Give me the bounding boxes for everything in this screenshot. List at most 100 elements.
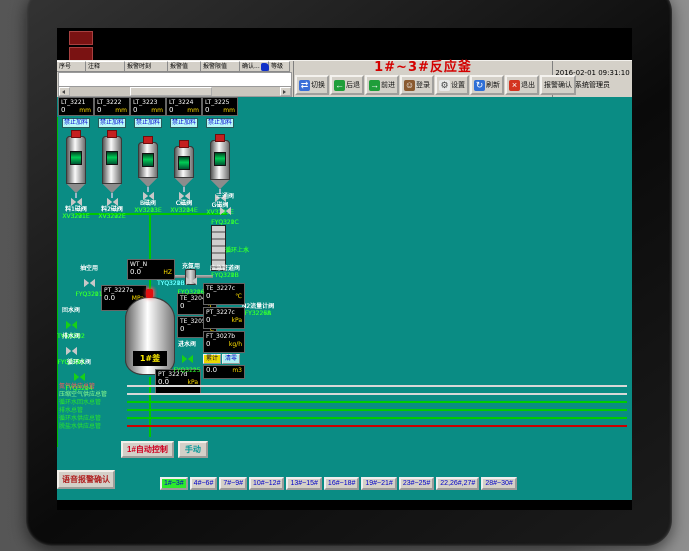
value-readout: 0 (61, 106, 65, 114)
supply-main-label: 脱盐水供应总管 (59, 423, 125, 430)
kettle-group-button[interactable]: 13#~15# (286, 477, 321, 490)
tank-top-valve-icon (71, 130, 81, 138)
tag-label: LT_3221 (59, 98, 93, 106)
valve-label: 进水阀 (169, 341, 205, 348)
scroll-right-arrow-icon[interactable] (280, 87, 291, 96)
feed-valve-label: C磁阀 (176, 200, 192, 207)
alarm-table-header: 序号注释报警时刻报警值报警限值确认...等级 (57, 61, 293, 72)
kettle-group-button[interactable]: 1#~3# (160, 477, 188, 490)
refresh-button[interactable]: ↻ 刷新 (470, 75, 504, 95)
tank-top-valve-icon (215, 134, 225, 142)
feed-inhibit-button[interactable]: 禁止加料 (206, 118, 234, 128)
supply-main-row: 脱盐水供应总管 (59, 422, 627, 430)
supply-main-label: 循环水回水总管 (59, 399, 125, 406)
feed-inhibit-button[interactable]: 禁止加料 (98, 118, 126, 128)
valve-icon[interactable] (84, 279, 95, 287)
three-way-valve[interactable]: 三通阀 FYQ322C (207, 193, 243, 226)
feed-tank (174, 146, 194, 178)
toolbar: ⇄ 切换 ← 后退 → 前进 (294, 75, 552, 97)
kettle-group-button[interactable]: 10#~12# (249, 477, 284, 490)
tank-cone (211, 180, 229, 189)
user-icon: ☺ (404, 80, 415, 91)
temperature-display: TE_3227c 0℃ (203, 283, 245, 305)
supply-main-row: 氮气供应总管 (59, 382, 627, 390)
feed-inhibit-button[interactable]: 禁止加料 (170, 118, 198, 128)
kettle-group-button[interactable]: 28#~30# (481, 477, 516, 490)
feed-valve-icon[interactable] (143, 192, 154, 200)
toolbar-button-label: 切换 (311, 80, 325, 90)
manual-control-button[interactable]: 手动 (178, 441, 208, 458)
login-button[interactable]: ☺ 登录 (400, 75, 434, 95)
valve-label: 回水阀 (57, 307, 89, 314)
supply-main-row: 循环水回水总管 (59, 398, 627, 406)
feed-valve-tag: XV3222E (98, 213, 125, 220)
flow-display: FT_3027b 0kg/h (203, 331, 245, 353)
feed-valve-icon[interactable] (107, 198, 118, 206)
datetime-label: 2016-02-01 09:31:10 (553, 69, 632, 77)
header-bar: 序号注释报警时刻报警值报警限值确认...等级 1#~3#反应釜 ⇄ 切换 (57, 60, 632, 99)
valve-icon[interactable] (66, 347, 77, 355)
valve-icon[interactable] (66, 321, 77, 329)
exit-button[interactable]: × 退出 (505, 75, 539, 95)
supply-main-label: 氮气供应总管 (59, 383, 125, 390)
voice-alarm-ack-button[interactable]: 语音报警确认 (57, 470, 115, 489)
toolbar-button-label: 后退 (346, 80, 360, 90)
valve-tag: FYQ3221 (71, 291, 107, 298)
tank-cone (67, 184, 85, 193)
page-title: 1#~3#反应釜 (294, 61, 552, 75)
feed-inhibit-button[interactable]: 禁止加料 (134, 118, 162, 128)
supply-main-label: 排水总管 (59, 407, 125, 414)
process-valve[interactable]: 充氮用 FYQ3226 (173, 263, 209, 296)
supply-main-row: 排水总管 (59, 406, 627, 414)
scroll-left-arrow-icon[interactable] (59, 87, 70, 96)
process-valve[interactable]: 进水阀 FYQ3225 (169, 341, 205, 374)
kettle-group-button[interactable]: 22,26#,27# (436, 477, 479, 490)
kettle-group-button[interactable]: 23#~25# (399, 477, 434, 490)
value-readout: 0 (97, 106, 101, 114)
totalize-button[interactable]: 累计 (203, 354, 221, 364)
process-valve[interactable]: 抽空用 FYQ3221 (71, 265, 107, 298)
valve-icon[interactable] (182, 355, 193, 363)
feed-valve-tag: XV3224E (170, 207, 197, 214)
tank-cone (175, 178, 193, 187)
process-canvas: LT_3201 0 mm 禁止加料 (57, 97, 632, 500)
unit-label: mm (115, 107, 127, 114)
tank-cone (139, 178, 157, 187)
alarm-beacon-icon (146, 289, 153, 298)
switch-icon: ⇄ (299, 80, 310, 91)
auto-control-button[interactable]: 1#自动控制 (121, 441, 174, 458)
scrollbar-thumb[interactable] (130, 87, 212, 96)
feed-valve-icon[interactable] (71, 198, 82, 206)
switch-button[interactable]: ⇄ 切换 (295, 75, 329, 95)
alarm-column-header: 报警限值 (201, 61, 240, 72)
unit-label: mm (223, 107, 235, 114)
settings-button[interactable]: ⚙ 设置 (435, 75, 469, 95)
control-button-group: 1#自动控制 手动 (121, 441, 208, 458)
valve-tag: FYQ3225 (169, 367, 205, 374)
valve-icon[interactable] (186, 277, 197, 285)
valve-icon[interactable] (74, 373, 85, 381)
kettle-group-button[interactable]: 19#~21# (361, 477, 396, 490)
feed-inhibit-button[interactable]: 禁止加料 (62, 118, 90, 128)
kettle-group-button[interactable]: 7#~9# (219, 477, 247, 490)
clear-total-button[interactable]: 清零 (222, 354, 240, 364)
alarm-horizontal-scrollbar[interactable] (58, 86, 292, 97)
forward-button[interactable]: → 前进 (365, 75, 399, 95)
toolbar-button-label: 退出 (521, 80, 535, 90)
circulating-water-label: 循环上水 (225, 247, 249, 254)
valve-tag: FYQ3226 (173, 289, 209, 296)
tank-level-gauge (70, 151, 82, 165)
valve-label: 排水阀 (57, 333, 89, 340)
tag-label: LT_3222 (95, 98, 129, 106)
three-way-valve-icon[interactable] (220, 207, 231, 215)
tank-level-display: LT_3225 0 mm (202, 97, 238, 116)
tank-level-display: LT_3222 0 mm (94, 97, 130, 116)
back-button[interactable]: ← 后退 (330, 75, 364, 95)
alarm-column-header: 报警时刻 (125, 61, 168, 72)
kettle-group-button[interactable]: 16#~18# (324, 477, 359, 490)
feed-tank (210, 140, 230, 180)
feed-valve-icon[interactable] (179, 192, 190, 200)
unit-label: mm (187, 107, 199, 114)
kettle-group-button[interactable]: 4#~6# (190, 477, 218, 490)
feed-tank-unit: LT_3223 0 mm 禁止加料 (131, 97, 165, 220)
